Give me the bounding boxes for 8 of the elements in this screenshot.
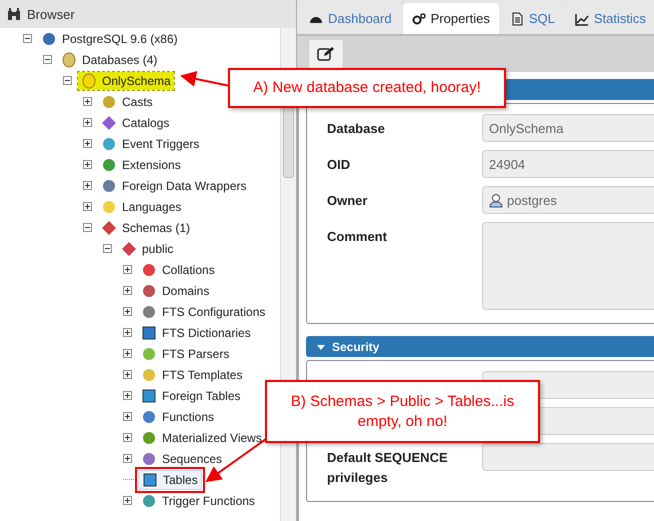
field-label: OID (327, 156, 352, 174)
field-label: Comment (327, 228, 388, 246)
browser-title: Browser (27, 6, 75, 22)
field-label: Database (327, 120, 386, 138)
annotation-tooltip: B) Schemas > Public > Tables...is empty, oh no! (265, 380, 540, 443)
field-label: Owner (327, 192, 368, 210)
field-label: Default SEQUENCE privileges (327, 449, 449, 487)
annotation-tooltip: A) New database created, hooray! (228, 68, 506, 108)
